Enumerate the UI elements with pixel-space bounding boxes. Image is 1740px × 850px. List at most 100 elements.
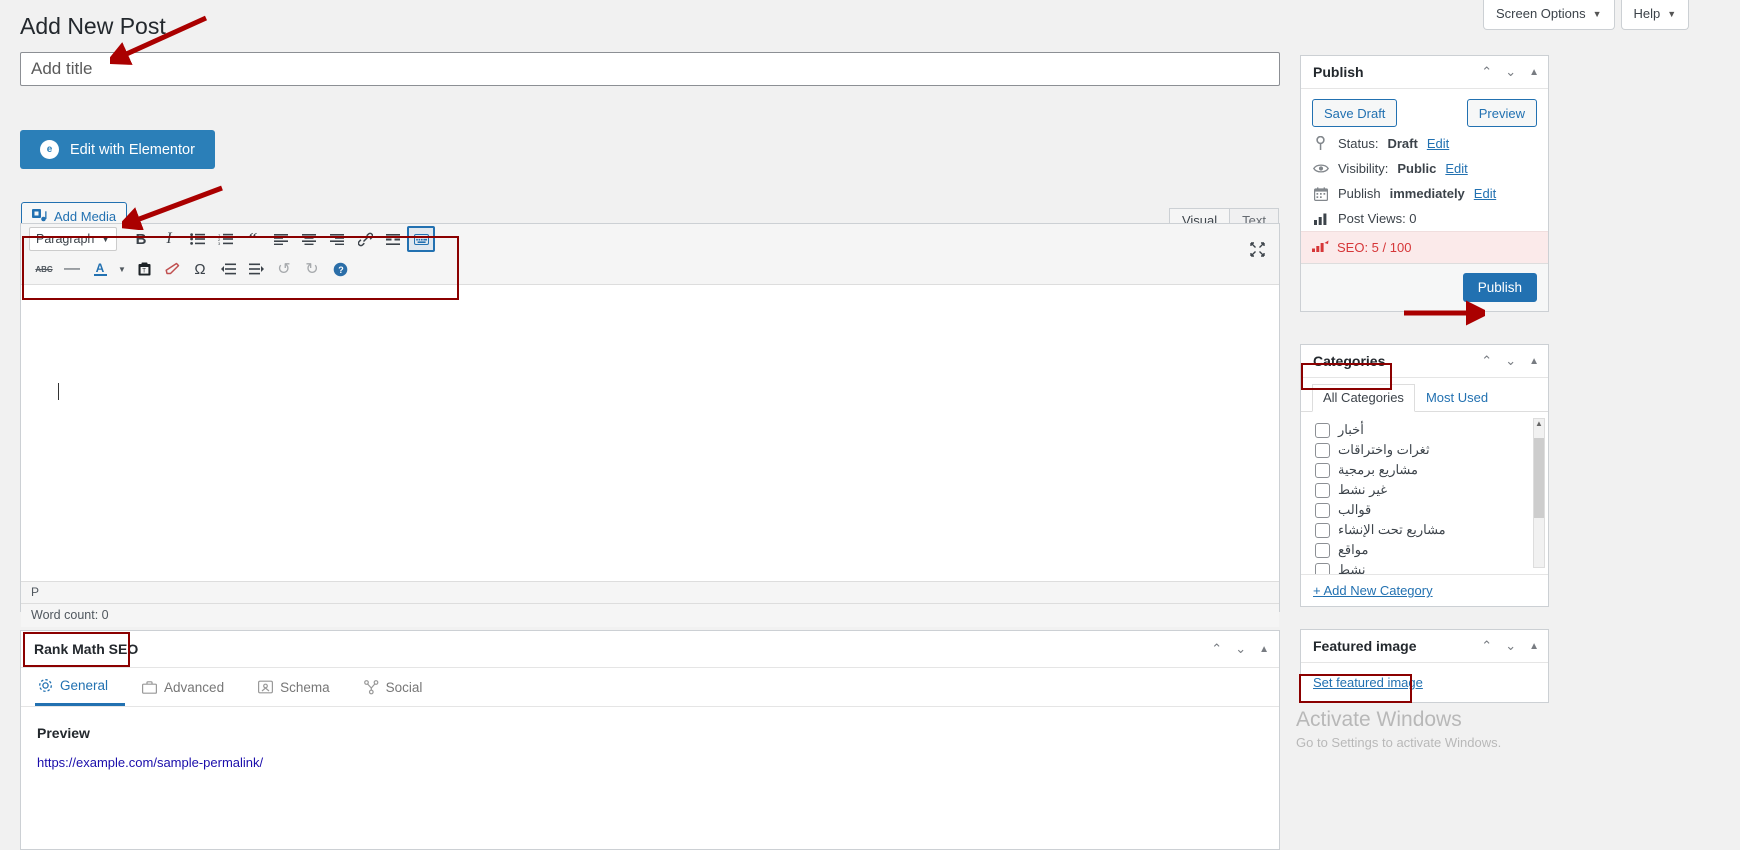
publish-box-title: Publish (1313, 64, 1364, 80)
bold-button[interactable]: B (127, 226, 155, 252)
save-draft-button[interactable]: Save Draft (1312, 99, 1398, 127)
publish-button[interactable]: Publish (1462, 273, 1537, 302)
publish-date-row: Publish immediately Edit (1301, 181, 1548, 206)
move-up-icon[interactable]: ⌃ (1481, 353, 1492, 369)
move-down-icon[interactable]: ⌄ (1505, 64, 1516, 80)
toolbar-toggle-button[interactable] (407, 226, 435, 252)
featured-image-box: Featured image ⌃ ⌄ ▲ Set featured image (1300, 629, 1549, 703)
category-label: ثغرات واختراقات (1338, 442, 1430, 457)
move-down-icon[interactable]: ⌄ (1235, 641, 1246, 657)
category-item[interactable]: نشط (1315, 560, 1543, 574)
category-checkbox[interactable] (1315, 482, 1330, 498)
category-item[interactable]: غير نشط (1315, 480, 1543, 500)
move-up-icon[interactable]: ⌃ (1481, 64, 1492, 80)
element-path-bar: P (21, 581, 1279, 603)
visibility-value: Public (1397, 161, 1437, 176)
horizontal-line-button[interactable]: — (58, 256, 86, 282)
blockquote-button[interactable]: “ (239, 226, 267, 252)
post-title-input[interactable] (20, 52, 1280, 86)
categories-scrollbar[interactable]: ▲ (1533, 418, 1545, 568)
clear-formatting-button[interactable] (158, 256, 186, 282)
collapse-icon[interactable]: ▲ (1529, 67, 1539, 78)
seo-score-label: SEO: 5 / 100 (1337, 240, 1412, 255)
page-title: Add New Post (20, 13, 166, 39)
text-color-swatch (93, 273, 107, 276)
editor-toolbar-row-2: ABC — A ▼ T Ω ↺ ↻ ? (21, 254, 1279, 284)
add-new-category-row: + Add New Category (1301, 575, 1548, 606)
set-featured-image-link[interactable]: Set featured image (1313, 675, 1423, 690)
paste-as-text-button[interactable]: T (130, 256, 158, 282)
tab-general[interactable]: General (35, 668, 126, 706)
publish-date-edit-link[interactable]: Edit (1474, 186, 1496, 201)
categories-tabs: All Categories Most Used (1301, 378, 1548, 412)
decrease-indent-button[interactable] (214, 256, 242, 282)
category-checkbox[interactable] (1315, 522, 1330, 538)
category-checkbox[interactable] (1315, 502, 1330, 518)
tab-social[interactable]: Social (347, 668, 440, 706)
tab-all-categories[interactable]: All Categories (1312, 384, 1415, 412)
screen-options-label: Screen Options (1496, 6, 1586, 21)
tab-advanced[interactable]: Advanced (125, 668, 241, 706)
category-checkbox[interactable] (1315, 562, 1330, 574)
category-checkbox[interactable] (1315, 442, 1330, 458)
collapse-icon[interactable]: ▲ (1259, 644, 1269, 655)
bulleted-list-button[interactable] (183, 226, 211, 252)
redo-button[interactable]: ↻ (298, 256, 326, 282)
text-color-caret-button[interactable]: ▼ (114, 256, 130, 282)
strikethrough-button[interactable]: ABC (30, 256, 58, 282)
preview-url[interactable]: https://example.com/sample-permalink/ (37, 755, 1263, 770)
italic-button[interactable]: I (155, 226, 183, 252)
add-new-category-link[interactable]: + Add New Category (1313, 583, 1433, 598)
tab-most-used[interactable]: Most Used (1415, 384, 1499, 412)
scroll-up-arrow[interactable]: ▲ (1534, 419, 1544, 428)
collapse-icon[interactable]: ▲ (1529, 356, 1539, 367)
tab-schema[interactable]: Schema (241, 668, 347, 706)
category-checkbox[interactable] (1315, 542, 1330, 558)
editor-toolbar: Paragraph ▼ B I 123 “ ABC — A ▼ T Ω ↺ ↻ … (21, 224, 1279, 285)
visibility-edit-link[interactable]: Edit (1445, 161, 1467, 176)
scroll-thumb[interactable] (1534, 438, 1544, 518)
chevron-down-icon: ▼ (1667, 8, 1677, 19)
category-item[interactable]: أخبار (1315, 420, 1543, 440)
align-right-button[interactable] (323, 226, 351, 252)
publish-actions-row: Save Draft Preview (1301, 89, 1548, 131)
briefcase-icon (142, 680, 158, 694)
move-down-icon[interactable]: ⌄ (1505, 353, 1516, 369)
category-checkbox[interactable] (1315, 462, 1330, 478)
fullscreen-icon[interactable] (1250, 242, 1265, 261)
post-content-editor: Paragraph ▼ B I 123 “ ABC — A ▼ T Ω ↺ ↻ … (20, 223, 1280, 627)
keyboard-shortcuts-button[interactable]: ? (326, 256, 354, 282)
post-content-body[interactable] (21, 285, 1279, 581)
tab-general-label: General (60, 678, 109, 693)
align-left-button[interactable] (267, 226, 295, 252)
rank-math-seo-panel: Rank Math SEO ⌃ ⌄ ▲ General Advanced Sch… (20, 630, 1280, 850)
category-item[interactable]: مشاريع برمجية (1315, 460, 1543, 480)
media-icon (32, 209, 47, 222)
screen-options-button[interactable]: Screen Options ▼ (1483, 0, 1615, 31)
category-item[interactable]: مشاريع تحت الإنشاء (1315, 520, 1543, 540)
category-checkbox[interactable] (1315, 422, 1330, 438)
special-character-button[interactable]: Ω (186, 256, 214, 282)
align-center-button[interactable] (295, 226, 323, 252)
numbered-list-button[interactable]: 123 (211, 226, 239, 252)
visibility-label: Visibility: (1338, 161, 1389, 176)
category-item[interactable]: مواقع (1315, 540, 1543, 560)
bar-chart-icon (1312, 213, 1329, 225)
category-item[interactable]: قوالب (1315, 500, 1543, 520)
categories-checklist[interactable]: ▲ أخبار ثغرات واختراقات مشاريع برمجية غير ن… (1301, 412, 1548, 575)
category-item[interactable]: ثغرات واختراقات (1315, 440, 1543, 460)
insert-link-button[interactable] (351, 226, 379, 252)
edit-with-elementor-button[interactable]: e Edit with Elementor (20, 130, 215, 169)
move-up-icon[interactable]: ⌃ (1211, 641, 1222, 657)
undo-button[interactable]: ↺ (270, 256, 298, 282)
text-color-button[interactable]: A (86, 256, 114, 282)
preview-button[interactable]: Preview (1466, 99, 1537, 127)
collapse-icon[interactable]: ▲ (1529, 641, 1539, 652)
read-more-button[interactable] (379, 226, 407, 252)
increase-indent-button[interactable] (242, 256, 270, 282)
paragraph-format-select[interactable]: Paragraph ▼ (29, 227, 117, 251)
move-up-icon[interactable]: ⌃ (1481, 638, 1492, 654)
help-button[interactable]: Help ▼ (1620, 0, 1690, 31)
status-edit-link[interactable]: Edit (1427, 136, 1449, 151)
move-down-icon[interactable]: ⌄ (1505, 638, 1516, 654)
